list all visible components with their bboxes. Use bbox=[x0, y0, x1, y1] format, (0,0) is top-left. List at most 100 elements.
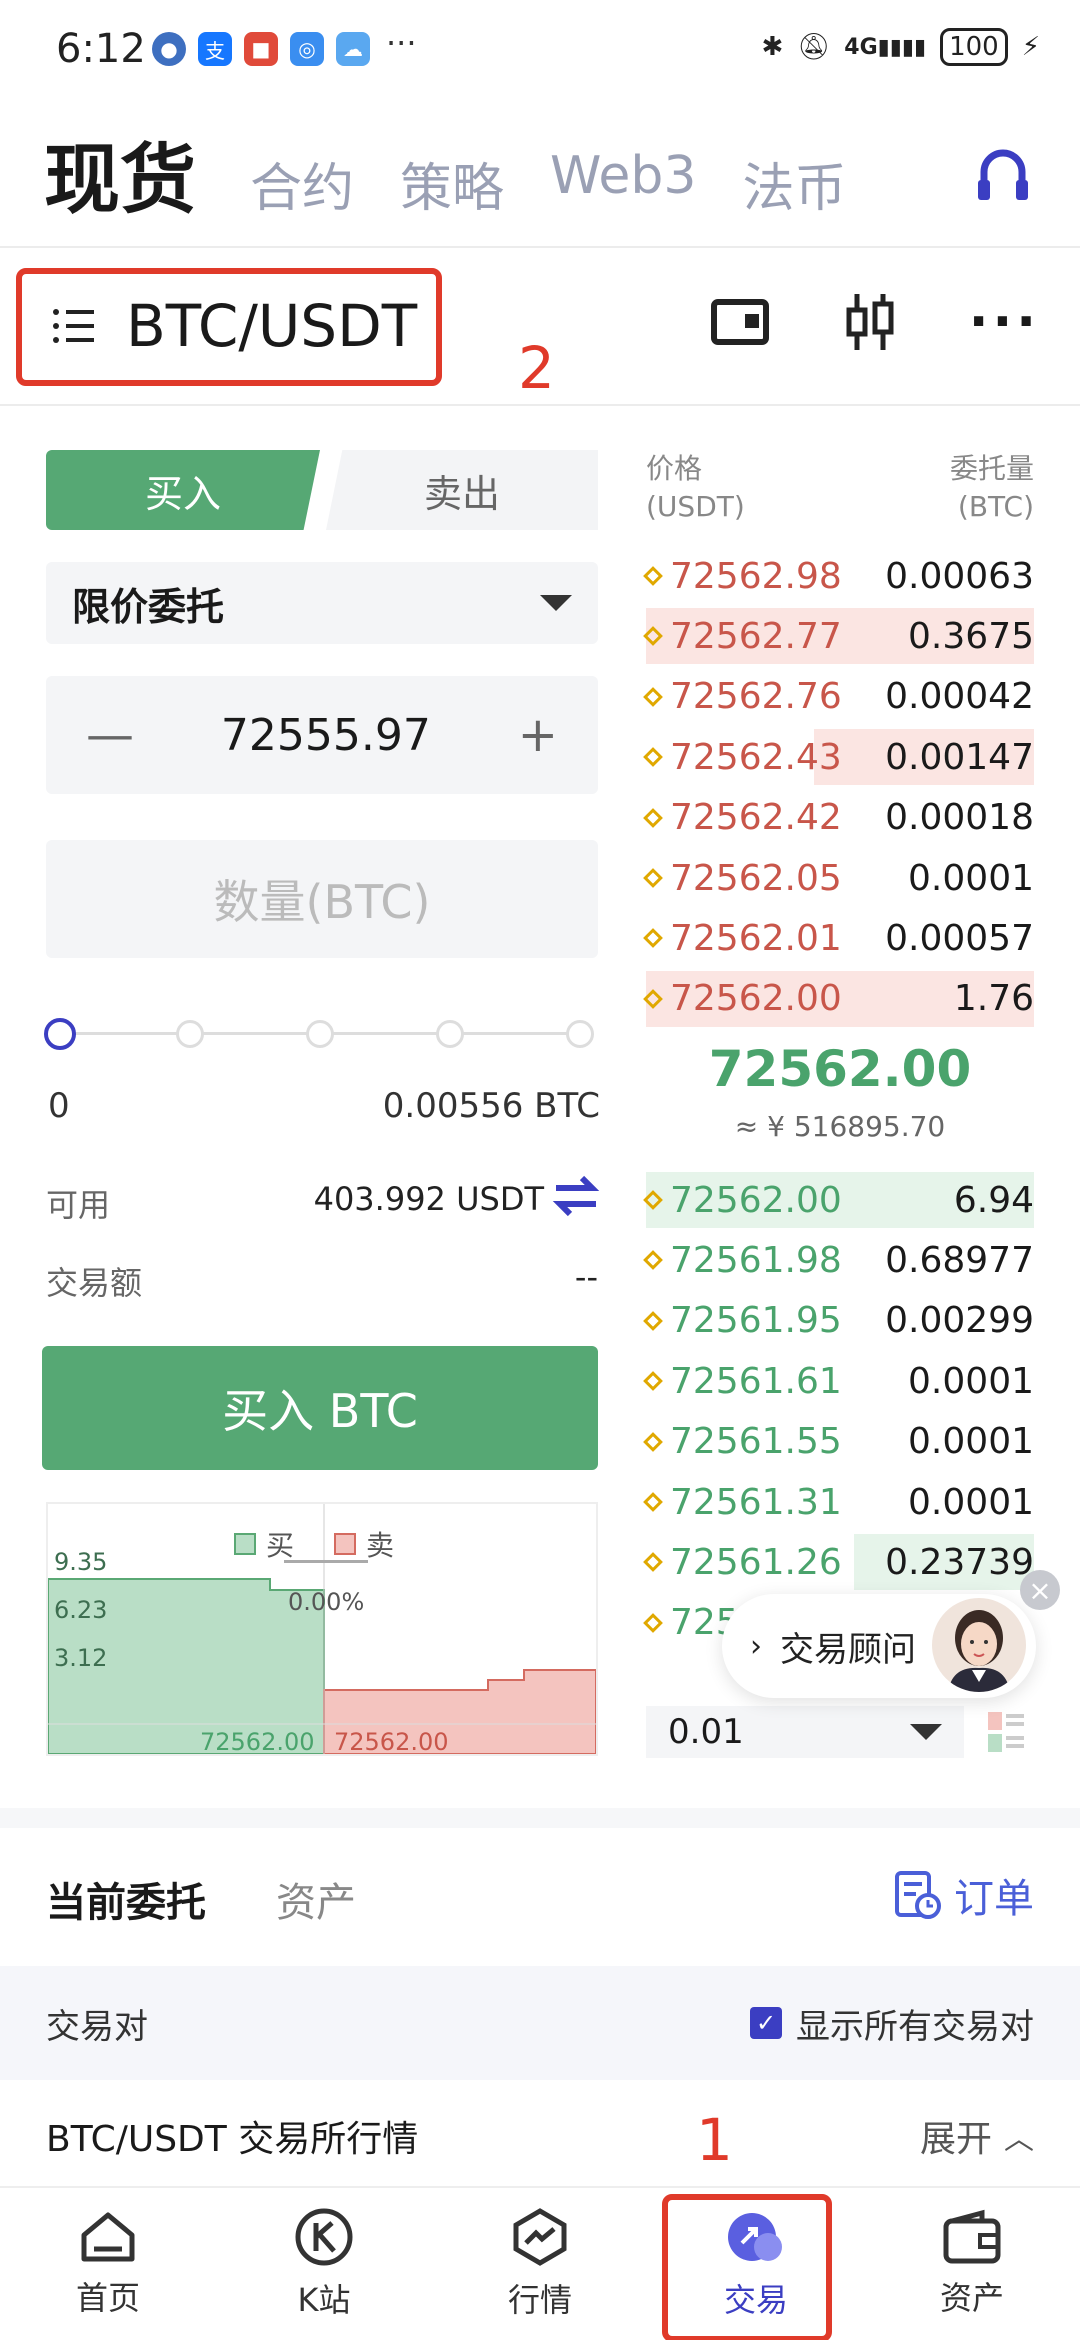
nav-home[interactable]: 首页 bbox=[0, 2188, 216, 2340]
orders-link[interactable]: 订单 bbox=[894, 1866, 1034, 1924]
ask-price: 72562.43 bbox=[643, 737, 842, 778]
legend-buy: 买 bbox=[266, 1529, 295, 1562]
bid-qty: 0.0001 bbox=[908, 1421, 1034, 1463]
ask-price-text: 72562.77 bbox=[670, 615, 842, 657]
tab-fiat[interactable]: 法币 bbox=[742, 146, 846, 221]
order-history-icon bbox=[895, 1871, 941, 1919]
more-notifications-icon: ··· bbox=[386, 24, 417, 62]
slider-step-100[interactable] bbox=[566, 1020, 594, 1048]
buy-btc-button[interactable]: 买入 BTC bbox=[42, 1346, 598, 1470]
market-info-row[interactable]: BTC/USDT 交易所行情 展开 ︿ bbox=[0, 2096, 1080, 2176]
close-icon[interactable]: × bbox=[1020, 1570, 1060, 1610]
ask-price-text: 72562.05 bbox=[670, 857, 842, 899]
bid-row[interactable]: 72561.26 0.23739 bbox=[643, 1534, 1034, 1591]
price-value[interactable]: 72555.97 bbox=[221, 710, 431, 761]
ask-price: 72562.42 bbox=[643, 797, 842, 838]
transfer-icon[interactable] bbox=[552, 1174, 600, 1218]
bid-row[interactable]: 72561.98 0.68977 bbox=[643, 1232, 1034, 1288]
orderbook-price-header: 价格 (USDT) bbox=[646, 450, 745, 526]
legend-buy-swatch bbox=[234, 1533, 256, 1555]
tab-web3[interactable]: Web3 bbox=[550, 146, 696, 221]
bid-qty: 0.0001 bbox=[908, 1481, 1034, 1523]
nav-trade[interactable]: 交易 bbox=[648, 2188, 864, 2340]
tab-current-orders[interactable]: 当前委托 bbox=[46, 1870, 206, 1928]
annotation-number-2: 2 bbox=[518, 334, 555, 402]
ask-row[interactable]: 72562.00 1.76 bbox=[643, 970, 1034, 1027]
chevron-down-icon bbox=[910, 1724, 942, 1740]
decrease-button[interactable]: — bbox=[86, 707, 134, 763]
ask-row[interactable]: 72562.76 0.00042 bbox=[643, 669, 1034, 725]
increase-button[interactable]: + bbox=[518, 707, 558, 763]
precision-select[interactable]: 0.01 bbox=[646, 1706, 964, 1758]
bid-price-text: 72561.98 bbox=[670, 1239, 842, 1281]
bid-price: 72561.31 bbox=[643, 1481, 842, 1523]
quantity-input[interactable]: 数量(BTC) bbox=[46, 840, 598, 958]
bid-row[interactable]: 72561.95 0.00299 bbox=[643, 1293, 1034, 1349]
signal-icon: 4G▮▮▮▮ bbox=[844, 34, 927, 60]
rebate-diamond-icon bbox=[643, 928, 663, 949]
home-icon bbox=[81, 2212, 135, 2262]
tab-assets[interactable]: 资产 bbox=[276, 1870, 356, 1928]
candlestick-chart-icon[interactable] bbox=[843, 292, 897, 352]
nav-assets[interactable]: 资产 bbox=[864, 2188, 1080, 2340]
pair-name: BTC/USDT bbox=[126, 292, 418, 360]
alipay-icon: 支 bbox=[198, 32, 232, 66]
ask-row[interactable]: 72562.98 0.00063 bbox=[643, 548, 1034, 604]
slider-handle[interactable] bbox=[44, 1018, 76, 1050]
tab-sell[interactable]: 卖出 bbox=[326, 450, 598, 530]
bid-row[interactable]: 72561.55 0.0001 bbox=[643, 1414, 1034, 1470]
bid-row[interactable]: 72561.31 0.0001 bbox=[643, 1474, 1034, 1530]
bid-row[interactable]: 72562.00 6.94 bbox=[643, 1172, 1034, 1228]
ask-row[interactable]: 72562.77 0.3675 bbox=[643, 608, 1034, 665]
ask-qty: 0.00018 bbox=[885, 797, 1034, 839]
ask-row[interactable]: 72562.05 0.0001 bbox=[643, 850, 1034, 906]
rebate-diamond-icon bbox=[643, 807, 663, 828]
bid-qty: 0.00299 bbox=[885, 1300, 1034, 1342]
chevron-down-icon bbox=[540, 595, 572, 611]
pair-selector[interactable]: BTC/USDT bbox=[52, 292, 417, 360]
bid-row[interactable]: 72561.61 0.0001 bbox=[643, 1353, 1034, 1409]
available-value: 403.992 USDT bbox=[313, 1180, 544, 1218]
nav-market[interactable]: 行情 bbox=[432, 2188, 648, 2340]
pair-divider bbox=[0, 404, 1080, 406]
ask-row[interactable]: 72562.01 0.00057 bbox=[643, 910, 1034, 966]
nav-k-station[interactable]: K站 bbox=[216, 2188, 432, 2340]
orderbook-layout-icon[interactable] bbox=[986, 1710, 1026, 1754]
expand-button[interactable]: 展开 ︿ bbox=[920, 2110, 1034, 2162]
order-type-select[interactable]: 限价委托 bbox=[46, 562, 598, 644]
precision-value: 0.01 bbox=[668, 1712, 744, 1752]
rebate-diamond-icon bbox=[643, 626, 663, 647]
last-price-cny: ≈ ¥ 516895.70 bbox=[734, 1110, 946, 1143]
bid-price-text: 72561.31 bbox=[670, 1481, 842, 1523]
price-stepper[interactable]: — 72555.97 + bbox=[46, 676, 598, 794]
show-all-pairs-toggle[interactable]: ✓ 显示所有交易对 bbox=[750, 1999, 1034, 2048]
depth-chart: 买 卖 0.00% 9.35 6.23 3.12 72562.00 72562.… bbox=[46, 1502, 598, 1756]
slider-step-50[interactable] bbox=[306, 1020, 334, 1048]
tab-futures[interactable]: 合约 bbox=[250, 146, 354, 221]
slider-step-25[interactable] bbox=[176, 1020, 204, 1048]
tab-strategy[interactable]: 策略 bbox=[400, 146, 504, 221]
chevron-right-icon: › bbox=[750, 1628, 762, 1664]
pair-filter-row: 交易对 ✓ 显示所有交易对 bbox=[0, 1966, 1080, 2080]
ask-row[interactable]: 72562.42 0.00018 bbox=[643, 790, 1034, 846]
rebate-diamond-icon bbox=[643, 1431, 663, 1452]
bluetooth-icon: ✱ bbox=[761, 32, 784, 62]
ask-price: 72562.00 bbox=[643, 978, 842, 1019]
ask-price: 72562.98 bbox=[643, 556, 842, 597]
slider-step-75[interactable] bbox=[436, 1020, 464, 1048]
tab-spot[interactable]: 现货 bbox=[44, 118, 196, 228]
rebate-diamond-icon bbox=[643, 1310, 663, 1331]
ask-row[interactable]: 72562.43 0.00147 bbox=[643, 729, 1034, 786]
qty-header-unit: (BTC) bbox=[957, 490, 1034, 523]
more-icon[interactable]: ··· bbox=[969, 292, 1040, 352]
bid-qty: 0.68977 bbox=[885, 1239, 1034, 1281]
wallet-transfer-icon[interactable] bbox=[710, 297, 771, 347]
orders-link-label: 订单 bbox=[954, 1876, 1034, 1922]
last-price[interactable]: 72562.00 bbox=[646, 1040, 1034, 1098]
depth-y-tick-1: 9.35 bbox=[54, 1548, 108, 1576]
checkbox-checked-icon[interactable]: ✓ bbox=[750, 2007, 782, 2039]
tab-buy[interactable]: 买入 bbox=[46, 450, 320, 530]
headset-icon[interactable] bbox=[976, 146, 1030, 202]
trade-advisor-bubble[interactable]: › 交易顾问 bbox=[722, 1594, 1036, 1698]
rebate-diamond-icon bbox=[643, 747, 663, 768]
